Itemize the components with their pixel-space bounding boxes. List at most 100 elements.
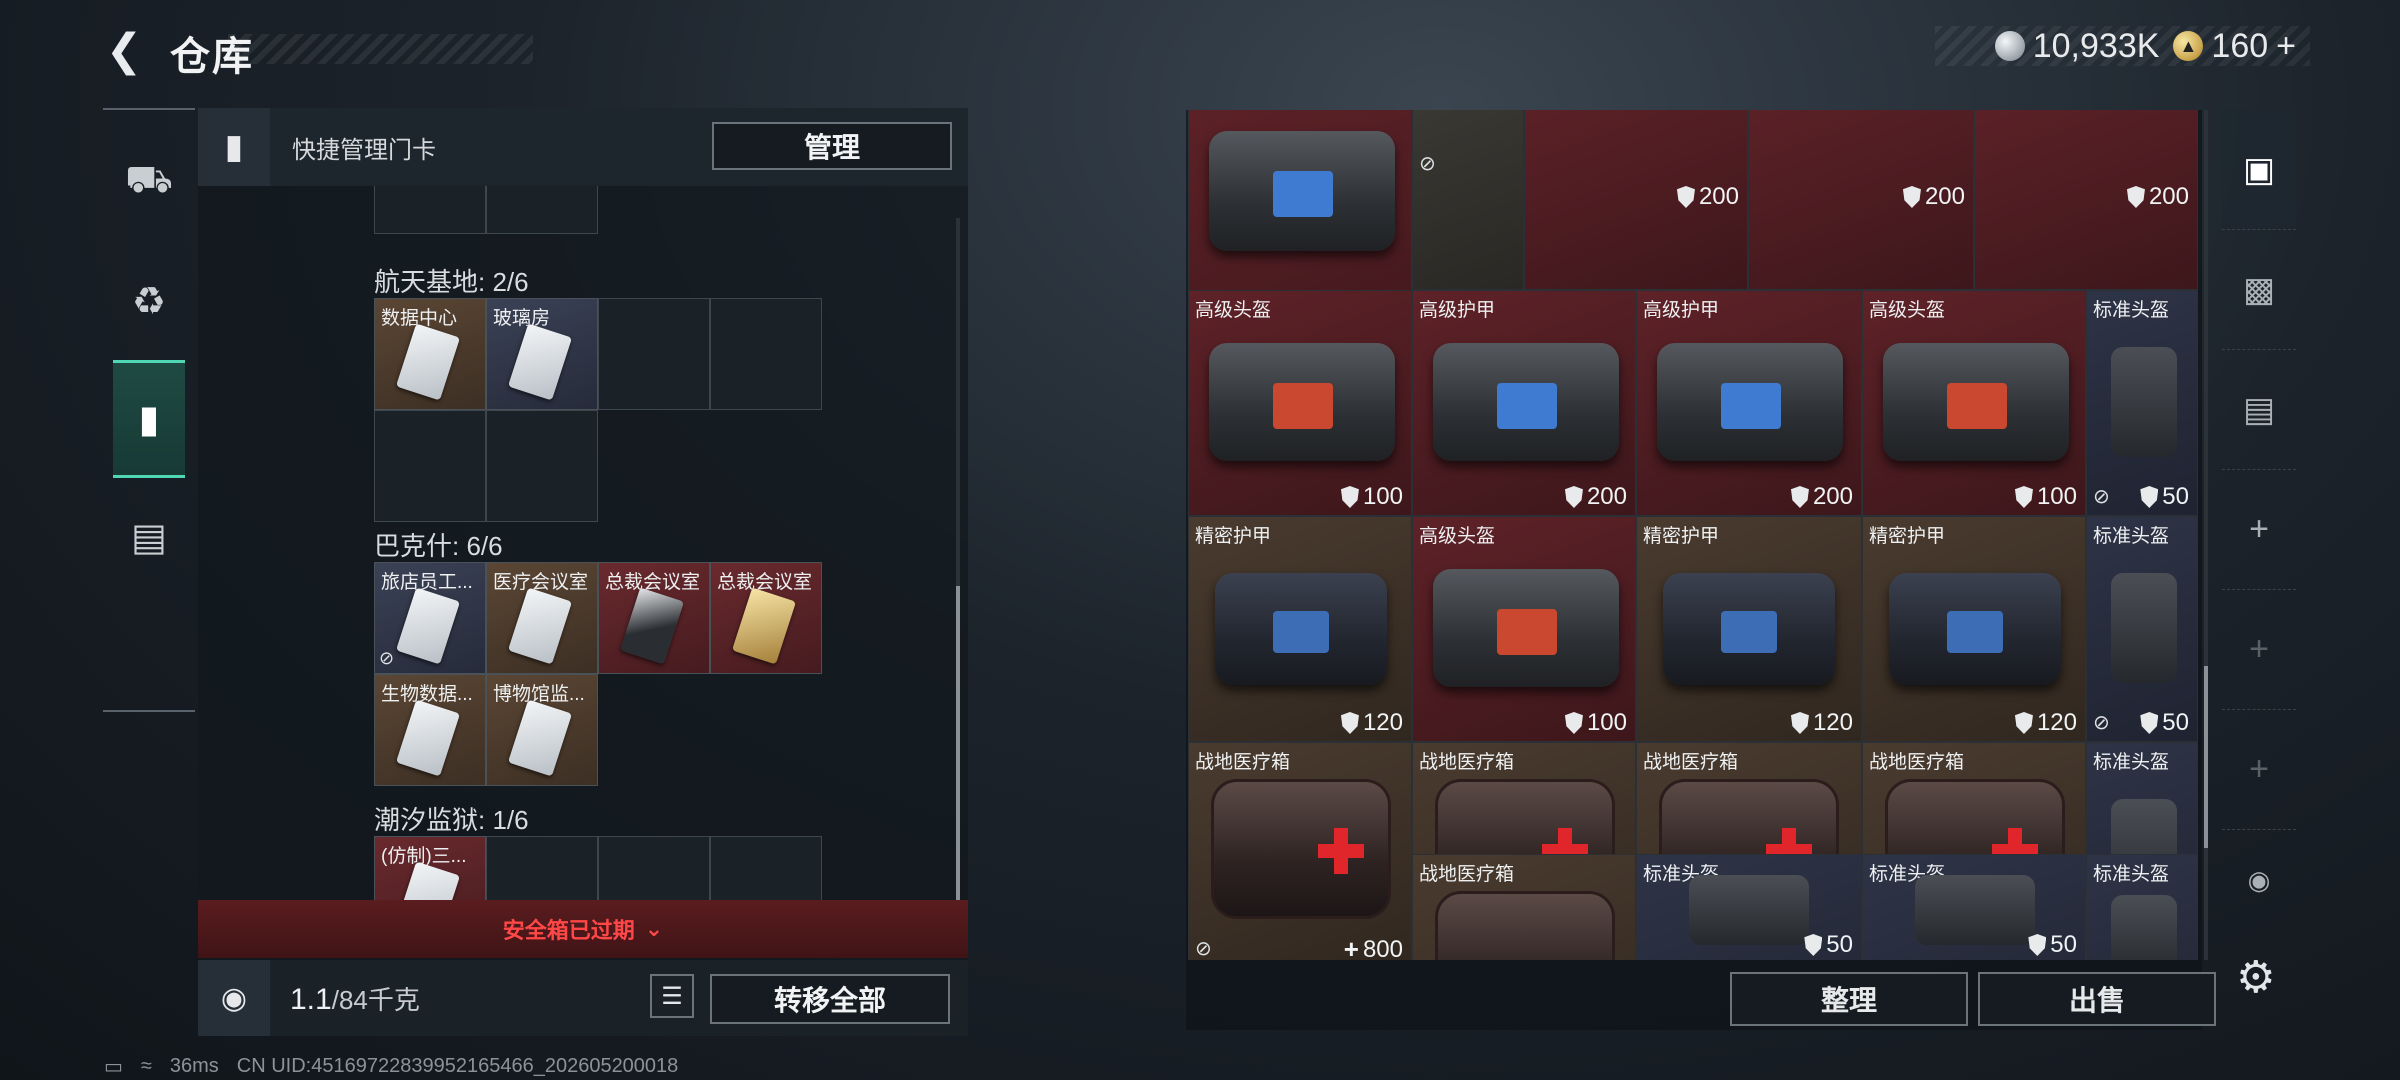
item-value: 50 — [2140, 483, 2189, 511]
keycard-name: 博物馆监... — [493, 684, 585, 705]
empty-slot[interactable] — [710, 298, 822, 410]
empty-slot[interactable] — [486, 186, 598, 234]
inventory-item[interactable]: 高级头盔 100 — [1412, 516, 1636, 742]
no-trade-icon: ⊘ — [379, 648, 395, 668]
inventory-scrollbar-thumb[interactable] — [2204, 666, 2208, 848]
armor-value-icon — [1804, 934, 1823, 956]
back-button[interactable]: ❮ — [100, 26, 148, 75]
sort-button[interactable]: 整理 — [1730, 972, 1968, 1026]
item-name: 精密护甲 — [1195, 526, 1272, 547]
add-storage-button[interactable]: + — [2222, 710, 2296, 830]
settings-button[interactable]: ⚙ — [2236, 952, 2275, 1003]
section-label-bakhsh: 巴克什: 6/6 — [374, 531, 503, 561]
inventory-item[interactable]: 高级头盔 100 — [1188, 290, 1412, 516]
armor-value-icon — [2140, 712, 2159, 734]
inventory-item[interactable]: 高级护甲 200 — [1636, 290, 1862, 516]
inventory-item[interactable]: 标准头盔 — [2086, 854, 2198, 960]
item-value: 120 — [1790, 709, 1853, 737]
empty-slot[interactable] — [598, 298, 710, 410]
item-name: 战地医疗箱 — [1195, 752, 1291, 773]
silver-currency: 10,933K — [1994, 27, 2159, 66]
keycard-slot[interactable]: 总裁会议室 — [710, 562, 822, 674]
item-value: 50 — [2140, 709, 2189, 737]
tab-briefcase[interactable]: ▤ — [103, 478, 195, 596]
keycard-scrollbar-thumb[interactable] — [956, 586, 960, 938]
add-storage-button[interactable]: + — [2222, 590, 2296, 710]
keycard-slot[interactable]: 医疗会议室 — [486, 562, 598, 674]
weight-max: /84千克 — [331, 984, 420, 1015]
item-name: 高级头盔 — [1869, 300, 1946, 321]
armor-value-icon — [1564, 712, 1583, 734]
armor-value-icon — [1676, 186, 1695, 208]
inventory-item[interactable]: 高级护甲 200 — [1412, 290, 1636, 516]
item-value: 100 — [1340, 483, 1403, 511]
inventory-item[interactable]: 精密护甲 120 — [1188, 516, 1412, 742]
item-value: 200 — [1902, 183, 1965, 211]
tab-safe-box[interactable]: ▣ — [2222, 110, 2296, 230]
weight-current: 1.1 — [290, 982, 332, 1016]
inventory-item[interactable]: 标准头盔 ⊘ 50 — [2086, 516, 2198, 742]
item-value: 200 — [1564, 483, 1627, 511]
inventory-item[interactable]: 标准头盔 ⊘ 50 — [2086, 290, 2198, 516]
armor-value-icon — [1564, 486, 1583, 508]
keycard-slot[interactable]: 生物数据... — [374, 674, 486, 786]
inventory-item[interactable]: 200 — [1748, 110, 1974, 290]
transfer-all-button[interactable]: 转移全部 — [710, 974, 950, 1024]
item-value: 50 — [2028, 931, 2077, 959]
right-tab-bar: ▣ ▩ ▤ + + + ◉ — [2222, 110, 2296, 1030]
inventory-item[interactable]: 精密护甲 120 — [1636, 516, 1862, 742]
keycard-list[interactable]: 航天基地: 2/6 数据中心 玻璃房 巴克什: 6/6 旅店员工... ⊘ 医疗… — [198, 186, 968, 1008]
ping-text: 36ms — [169, 1055, 219, 1077]
inventory-item[interactable]: 精密护甲 120 — [1862, 516, 2086, 742]
locked-storage-slot[interactable]: ◉ — [2222, 830, 2296, 930]
inventory-item[interactable]: 战地医疗箱 ⊘ +800 — [1188, 742, 1412, 960]
sell-button[interactable]: 出售 — [1978, 972, 2216, 1026]
add-storage-button[interactable]: + — [2222, 470, 2296, 590]
helmet-icon — [2111, 895, 2177, 960]
tab-weapons[interactable]: ⛟ — [103, 124, 195, 242]
empty-slot[interactable] — [374, 186, 486, 234]
inventory-item[interactable]: 高级头盔 100 — [1862, 290, 2086, 516]
armor-value-icon — [2028, 934, 2047, 956]
keycard-slot[interactable]: 数据中心 — [374, 298, 486, 410]
keycard-manage-label: 快捷管理门卡 — [292, 136, 436, 164]
section-label-tidal-prison: 潮汐监狱: 1/6 — [374, 805, 529, 835]
empty-slot[interactable] — [486, 410, 598, 522]
keycard-name: 玻璃房 — [493, 308, 551, 329]
keycard-name: 旅店员工... — [381, 572, 473, 593]
add-icon: + — [2249, 630, 2269, 668]
inventory-grid[interactable]: ⊘ 200 200 200 200 高级头盔 100 精密护甲 — [1186, 110, 2198, 960]
armor-value-icon — [2014, 486, 2033, 508]
keycard-name: 医疗会议室 — [493, 572, 589, 593]
inventory-item[interactable]: 战地医疗箱 — [1412, 854, 1636, 960]
medkit-icon — [1435, 891, 1615, 960]
inventory-item[interactable]: 标准头盔 50 — [1636, 854, 1862, 960]
title-decoration — [228, 34, 533, 64]
helmet-icon — [2111, 347, 2177, 457]
keycard-name: 生物数据... — [381, 684, 473, 705]
gold-currency[interactable]: ▲ 160 + — [2173, 27, 2296, 66]
tab-armor[interactable]: ♻ — [103, 242, 195, 360]
manage-button[interactable]: 管理 — [712, 122, 952, 170]
inventory-item[interactable]: 200 — [1974, 110, 2198, 290]
inventory-item[interactable]: ⊘ — [1412, 110, 1524, 290]
list-view-button[interactable]: ☰ — [650, 974, 694, 1018]
tab-keycards[interactable]: ▮ — [113, 360, 185, 478]
keycard-slot[interactable]: 旅店员工... ⊘ — [374, 562, 486, 674]
armor-value-icon — [1790, 486, 1809, 508]
keycard-slot[interactable]: 总裁会议室 — [598, 562, 710, 674]
tab-vault[interactable]: ▩ — [2222, 230, 2296, 350]
keycard-icon — [507, 587, 573, 665]
keycard-slot[interactable]: 玻璃房 — [486, 298, 598, 410]
medkit-icon — [1211, 779, 1391, 919]
safe-box-expired-notice[interactable]: 安全箱已过期 ⌄ — [198, 900, 968, 958]
inventory-item[interactable]: 标准头盔 50 — [1862, 854, 2086, 960]
helmet-icon — [1433, 569, 1619, 687]
empty-slot[interactable] — [374, 410, 486, 522]
tab-storage-iv[interactable]: ▤ — [2222, 350, 2296, 470]
add-icon: + — [2249, 750, 2269, 788]
keycard-slot[interactable]: 博物馆监... — [486, 674, 598, 786]
item-name: 高级护甲 — [1419, 300, 1496, 321]
inventory-item[interactable]: 200 — [1524, 110, 1748, 290]
add-gold-button[interactable]: + — [2276, 27, 2296, 66]
